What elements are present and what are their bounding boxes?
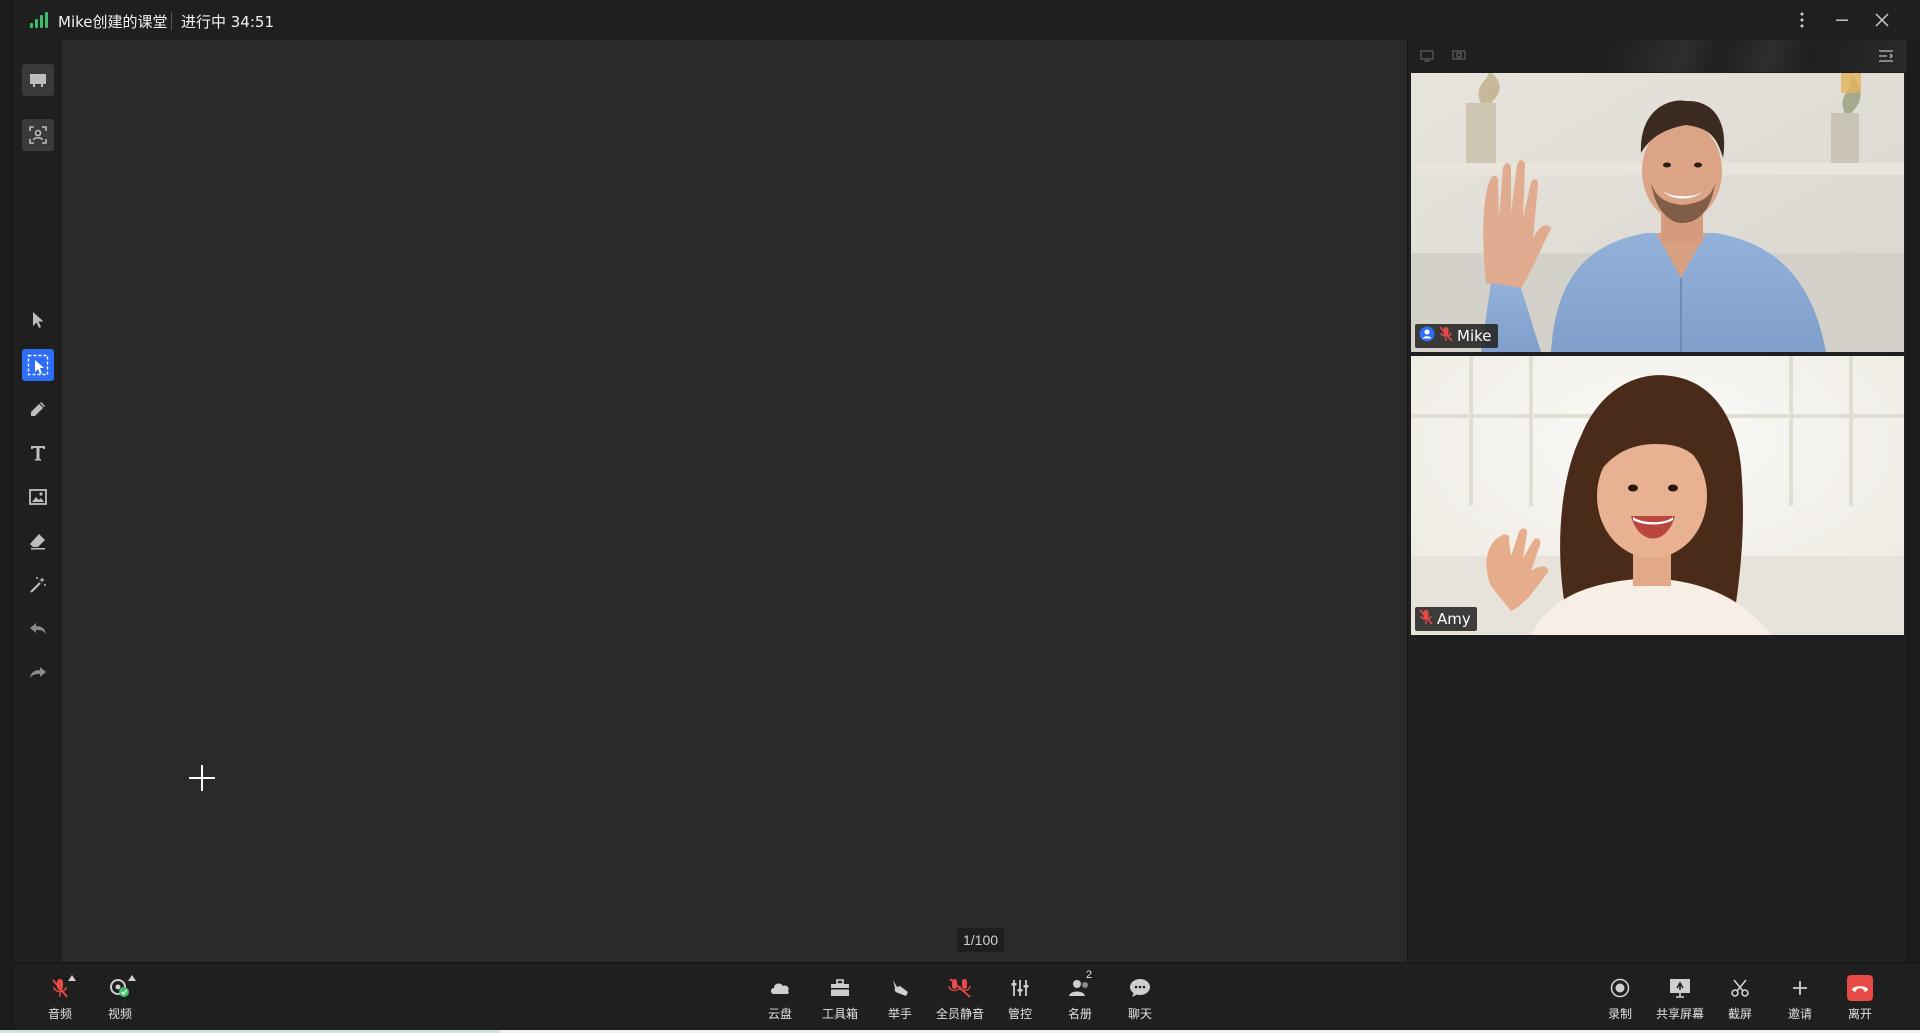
video-label: 视频 [107,1007,132,1021]
image-icon[interactable] [22,481,54,513]
video-feed-mike [1411,73,1904,352]
close-icon[interactable] [1870,8,1894,32]
leave-icon-wrapper [1832,975,1888,1001]
title-divider [171,12,172,30]
minimize-icon[interactable] [1830,8,1854,32]
video-tile-amy[interactable]: Amy [1411,356,1904,635]
users-icon [1052,975,1108,1001]
class-status: 进行中 34:51 [181,13,274,31]
video-feed-amy [1411,356,1904,635]
class-title: Mike创建的课堂 [58,13,168,31]
cloud-drive-button[interactable]: 云盘 [752,973,808,1025]
host-icon [1419,326,1435,347]
cloud-icon [752,975,808,1001]
raise-hand-icon [872,975,928,1001]
audio-options-caret[interactable] [68,975,76,981]
bottom-toolbar: 音频 视频 云盘 工具箱 举手 全员静音 管控 2 名册 聊天 录制 共享屏幕 … [14,962,1920,1030]
leave-label: 离开 [1847,1007,1872,1021]
snip-button[interactable]: 截屏 [1712,973,1768,1025]
page-indicator: 1/100 [957,928,1005,952]
mute-all-icon [932,975,988,1001]
roster-count: 2 [1086,969,1093,981]
select-icon[interactable] [22,349,54,381]
participant-name: Mike [1457,327,1492,345]
camera-icon [92,975,148,1001]
invite-button[interactable]: 邀请 [1772,973,1828,1025]
text-icon[interactable] [22,437,54,469]
eraser-icon[interactable] [22,525,54,557]
hang-up-icon [1847,975,1873,1001]
share-screen-button[interactable]: 共享屏幕 [1652,973,1708,1025]
signal-icon [30,12,48,28]
collapse-panel-icon[interactable] [1877,48,1895,64]
record-icon [1592,975,1648,1001]
laser-icon[interactable] [22,569,54,601]
crosshair-cursor [189,765,215,791]
video-tile-mike[interactable]: Mike [1411,73,1904,352]
title-bar: Mike创建的课堂 进行中 34:51 [14,0,1920,40]
toolbox-icon [812,975,868,1001]
mic-muted-icon [1439,325,1453,347]
control-button[interactable]: 管控 [992,973,1048,1025]
chat-label: 聊天 [1127,1007,1152,1021]
chat-button[interactable]: 聊天 [1112,973,1168,1025]
name-tag-amy: Amy [1415,607,1477,631]
scissors-icon [1712,975,1768,1001]
video-options-caret[interactable] [128,975,136,981]
mic-muted-icon [1419,608,1433,630]
raise-hand-button[interactable]: 举手 [872,973,928,1025]
undo-icon[interactable] [22,613,54,645]
plus-icon [1772,975,1828,1001]
leave-button[interactable]: 离开 [1832,973,1888,1025]
mute-all-button[interactable]: 全员静音 [932,973,988,1025]
more-vertical-icon[interactable] [1790,8,1814,32]
video-panel-header [1408,40,1907,72]
whiteboard-canvas[interactable]: 1/100 [62,40,1407,962]
sliders-icon [992,975,1048,1001]
layout-single-icon[interactable] [1418,48,1436,64]
pen-icon[interactable] [22,393,54,425]
pointer-icon[interactable] [22,304,54,336]
classroom-frame: Mike创建的课堂 进行中 34:51 1/100 Mike Amy 音频 视频… [0,0,1920,1030]
whiteboard-toolbar [14,40,62,962]
video-button[interactable]: 视频 [92,973,148,1025]
screenshot-icon[interactable] [22,119,54,151]
layout-grid-icon[interactable] [1450,48,1468,64]
app-window: Mike创建的课堂 进行中 34:51 1/100 Mike Amy 音频 视频… [0,0,1920,1033]
redo-icon[interactable] [22,657,54,689]
audio-button[interactable]: 音频 [32,973,88,1025]
chat-icon [1112,975,1168,1001]
name-tag-mike: Mike [1415,324,1498,348]
mic-muted-icon [32,975,88,1001]
video-panel: Mike Amy [1407,40,1907,962]
roster-button[interactable]: 2 名册 [1052,969,1108,1025]
record-button[interactable]: 录制 [1592,973,1648,1025]
participant-name: Amy [1437,610,1471,628]
courseware-icon[interactable] [22,64,54,96]
share-screen-icon [1652,975,1708,1001]
toolbox-button[interactable]: 工具箱 [812,973,868,1025]
